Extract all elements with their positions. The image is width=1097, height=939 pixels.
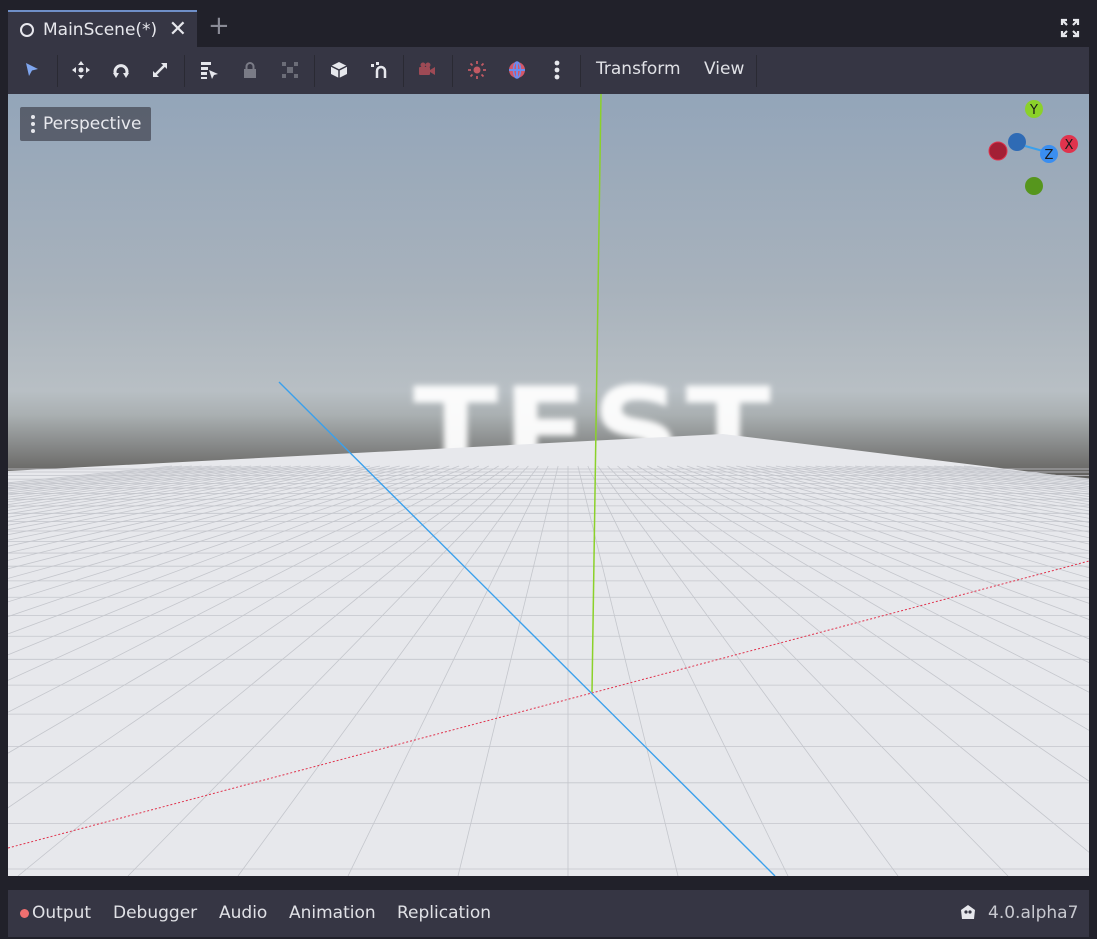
ground-grid (8, 94, 1089, 876)
camera-icon[interactable] (416, 59, 438, 81)
toolbar-separator (452, 55, 453, 87)
move-icon[interactable] (70, 59, 92, 81)
gizmo-x-label[interactable]: X (1065, 138, 1074, 153)
list-select-icon[interactable] (198, 59, 220, 81)
transform-menu[interactable]: Transform (596, 59, 681, 79)
godot-icon[interactable] (958, 902, 978, 922)
scene-node-icon (20, 22, 34, 37)
add-tab-button[interactable]: + (208, 13, 230, 39)
toolbar-separator (756, 55, 757, 87)
scene-tab-bar: MainScene(*) ✕ + (0, 0, 1097, 47)
toolbar-separator (580, 55, 581, 87)
toolbar-separator (184, 55, 185, 87)
gizmo-y-label[interactable]: Y (1029, 103, 1038, 118)
environment-icon[interactable] (506, 59, 528, 81)
3d-viewport[interactable]: TEST Perspective Y X Z (8, 94, 1089, 876)
toolbar-separator (403, 55, 404, 87)
sun-icon[interactable] (466, 59, 488, 81)
replication-tab[interactable]: Replication (397, 903, 491, 923)
mesh-cube-icon[interactable] (328, 59, 350, 81)
debugger-tab[interactable]: Debugger (113, 903, 197, 923)
snap-icon[interactable] (368, 59, 390, 81)
orientation-gizmo[interactable]: Y X Z (985, 96, 1085, 196)
viewport-toolbar: Transform View (8, 47, 1089, 94)
select-icon[interactable] (21, 59, 43, 81)
tab-mainscene[interactable]: MainScene(*) ✕ (8, 10, 197, 47)
rotate-icon[interactable] (110, 59, 132, 81)
fullscreen-icon[interactable] (1060, 18, 1080, 38)
gizmo-z-label[interactable]: Z (1045, 148, 1054, 163)
scale-icon[interactable] (149, 59, 171, 81)
tab-label: MainScene(*) (43, 19, 158, 40)
output-status-icon (20, 909, 29, 918)
bottom-panel-bar: Output Debugger Audio Animation Replicat… (8, 890, 1089, 937)
toolbar-separator (314, 55, 315, 87)
menu-dots-icon (31, 115, 35, 133)
lock-icon[interactable] (239, 59, 261, 81)
more-icon[interactable] (546, 59, 568, 81)
perspective-label: Perspective (43, 114, 142, 134)
group-icon[interactable] (279, 59, 301, 81)
toolbar-separator (57, 55, 58, 87)
close-tab-icon[interactable]: ✕ (169, 17, 187, 42)
view-menu[interactable]: View (704, 59, 744, 79)
output-tab[interactable]: Output (32, 903, 91, 923)
perspective-menu-button[interactable]: Perspective (20, 107, 151, 141)
audio-tab[interactable]: Audio (219, 903, 267, 923)
engine-version: 4.0.alpha7 (988, 903, 1079, 923)
animation-tab[interactable]: Animation (289, 903, 376, 923)
